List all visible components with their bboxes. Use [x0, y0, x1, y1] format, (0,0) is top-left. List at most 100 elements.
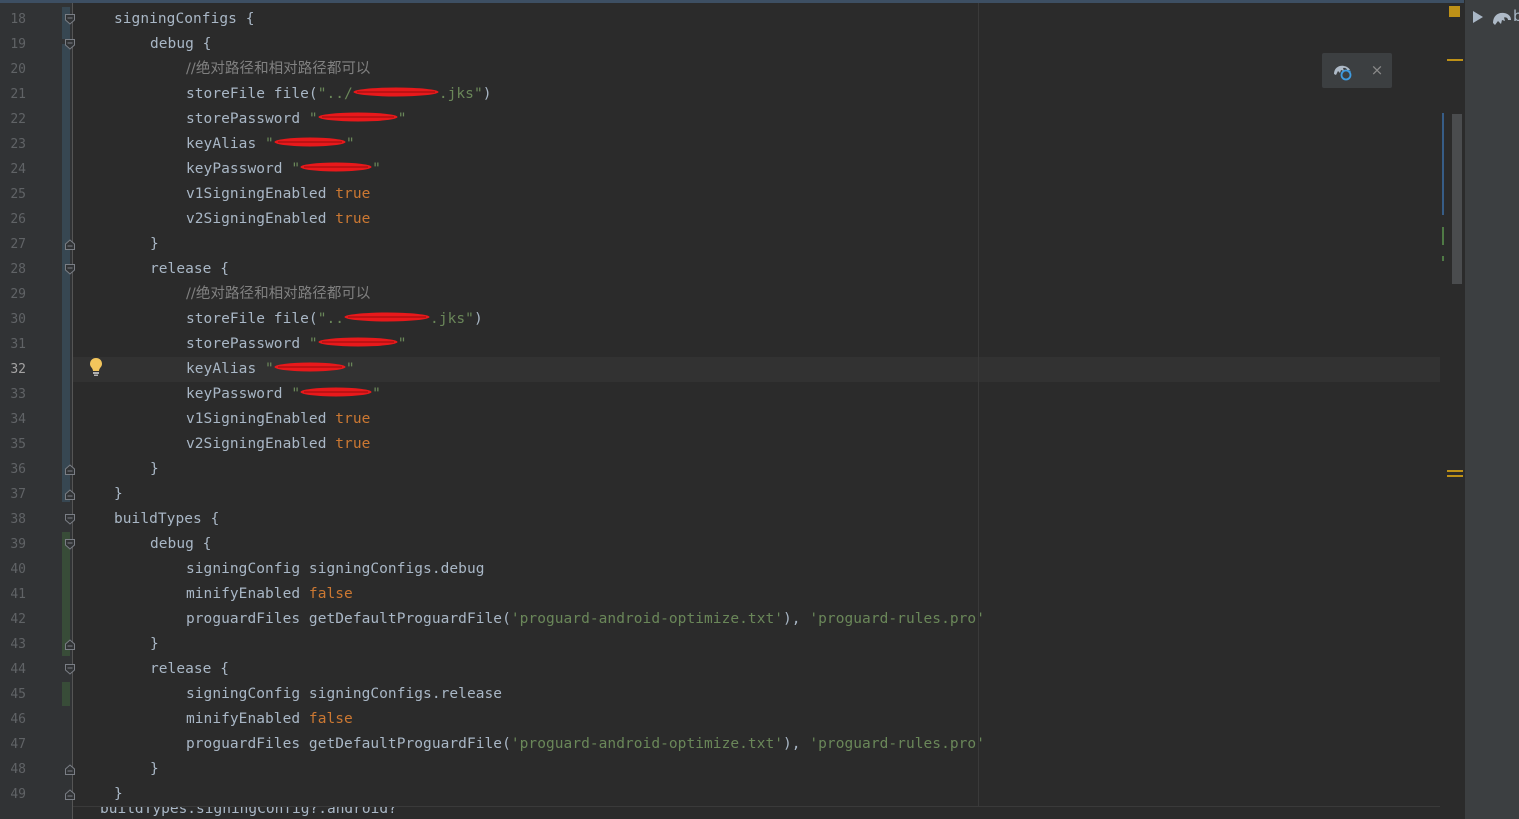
code-line[interactable]: 40 signingConfig signingConfigs.debug: [0, 557, 1464, 582]
code-text[interactable]: proguardFiles getDefaultProguardFile('pr…: [186, 607, 985, 632]
line-number[interactable]: 43: [0, 632, 26, 657]
line-number[interactable]: 48: [0, 757, 26, 782]
code-text[interactable]: minifyEnabled false: [186, 707, 353, 732]
code-line[interactable]: 27}: [0, 232, 1464, 257]
line-number[interactable]: 18: [0, 7, 26, 32]
warning-stripe-marker[interactable]: [1447, 475, 1463, 477]
code-line[interactable]: 30 storeFile file(".. .jks"): [0, 307, 1464, 332]
code-text[interactable]: debug {: [150, 532, 211, 557]
code-text[interactable]: storeFile file(".. .jks"): [186, 307, 483, 332]
warning-stripe-marker[interactable]: [1447, 470, 1463, 472]
code-text[interactable]: debug {: [150, 32, 211, 57]
fold-open-icon[interactable]: [65, 39, 75, 50]
line-number[interactable]: 26: [0, 207, 26, 232]
code-text[interactable]: //绝对路径和相对路径都可以: [186, 282, 370, 307]
line-number[interactable]: 27: [0, 232, 26, 257]
code-text[interactable]: }: [150, 757, 159, 782]
fold-open-icon[interactable]: [65, 664, 75, 675]
code-line[interactable]: 39 debug {: [0, 532, 1464, 557]
code-line[interactable]: 41 minifyEnabled false: [0, 582, 1464, 607]
line-number[interactable]: 47: [0, 732, 26, 757]
line-number[interactable]: 41: [0, 582, 26, 607]
vcs-stripe-marker[interactable]: [1442, 113, 1444, 215]
line-number[interactable]: 30: [0, 307, 26, 332]
line-number[interactable]: 23: [0, 132, 26, 157]
code-text[interactable]: keyPassword " ": [186, 382, 381, 407]
code-text[interactable]: v1SigningEnabled true: [186, 182, 370, 207]
code-text[interactable]: }: [114, 482, 123, 507]
line-number[interactable]: 19: [0, 32, 26, 57]
vertical-scrollbar-thumb[interactable]: [1452, 114, 1462, 284]
line-number[interactable]: 46: [0, 707, 26, 732]
code-text[interactable]: v2SigningEnabled true: [186, 207, 370, 232]
fold-open-icon[interactable]: [65, 14, 75, 25]
code-line[interactable]: 19 debug {: [0, 32, 1464, 57]
code-text[interactable]: }: [150, 632, 159, 657]
code-line[interactable]: 49}: [0, 782, 1464, 807]
code-text[interactable]: signingConfig signingConfigs.release: [186, 682, 502, 707]
code-line[interactable]: 25 v1SigningEnabled true: [0, 182, 1464, 207]
fold-open-icon[interactable]: [65, 539, 75, 550]
line-number[interactable]: 25: [0, 182, 26, 207]
code-line[interactable]: 22 storePassword " ": [0, 107, 1464, 132]
code-line[interactable]: 23 keyAlias " ": [0, 132, 1464, 157]
code-line[interactable]: 28 release {: [0, 257, 1464, 282]
line-number[interactable]: 49: [0, 782, 26, 807]
fold-end-icon[interactable]: [65, 789, 75, 800]
warning-stripe-marker[interactable]: [1447, 59, 1463, 61]
code-editor[interactable]: 18 signingConfigs {19 debug {20 //绝对路径和相对路径…: [0, 0, 1464, 819]
code-line[interactable]: 18 signingConfigs {: [0, 7, 1464, 32]
line-number[interactable]: 35: [0, 432, 26, 457]
code-text[interactable]: keyAlias " ": [186, 132, 355, 157]
right-tool-strip[interactable]: b: [1464, 0, 1519, 819]
line-number[interactable]: 31: [0, 332, 26, 357]
code-line[interactable]: 38 buildTypes {: [0, 507, 1464, 532]
line-number[interactable]: 20: [0, 57, 26, 82]
code-text[interactable]: signingConfigs {: [114, 7, 254, 32]
code-text[interactable]: v1SigningEnabled true: [186, 407, 370, 432]
code-line[interactable]: 24 keyPassword " ": [0, 157, 1464, 182]
run-triangle-icon[interactable]: [1473, 11, 1483, 23]
fold-open-icon[interactable]: [65, 264, 75, 275]
line-number[interactable]: 24: [0, 157, 26, 182]
code-text[interactable]: keyAlias " ": [186, 357, 355, 382]
line-number[interactable]: 22: [0, 107, 26, 132]
code-text[interactable]: buildTypes {: [114, 507, 219, 532]
code-text[interactable]: }: [150, 457, 159, 482]
line-number[interactable]: 38: [0, 507, 26, 532]
code-text[interactable]: release {: [150, 657, 229, 682]
code-line[interactable]: 35 v2SigningEnabled true: [0, 432, 1464, 457]
gradle-elephant-icon[interactable]: [1492, 9, 1512, 27]
code-text[interactable]: storePassword " ": [186, 332, 406, 357]
code-line[interactable]: 26 v2SigningEnabled true: [0, 207, 1464, 232]
fold-end-icon[interactable]: [65, 489, 75, 500]
fold-end-icon[interactable]: [65, 764, 75, 775]
code-text[interactable]: minifyEnabled false: [186, 582, 353, 607]
code-text[interactable]: signingConfig signingConfigs.debug: [186, 557, 485, 582]
line-number[interactable]: 44: [0, 657, 26, 682]
line-number[interactable]: 40: [0, 557, 26, 582]
code-line[interactable]: 36}: [0, 457, 1464, 482]
code-text[interactable]: }: [150, 232, 159, 257]
fold-end-icon[interactable]: [65, 464, 75, 475]
code-text[interactable]: release {: [150, 257, 229, 282]
code-line[interactable]: 48}: [0, 757, 1464, 782]
code-line[interactable]: 20 //绝对路径和相对路径都可以: [0, 57, 1464, 82]
line-number[interactable]: 45: [0, 682, 26, 707]
line-number[interactable]: 21: [0, 82, 26, 107]
code-line[interactable]: 47 proguardFiles getDefaultProguardFile('…: [0, 732, 1464, 757]
tool-window-label[interactable]: b: [1513, 7, 1519, 25]
code-line[interactable]: 44 release {: [0, 657, 1464, 682]
code-line[interactable]: 37}: [0, 482, 1464, 507]
fold-end-icon[interactable]: [65, 239, 75, 250]
code-text[interactable]: storeFile file("../ .jks"): [186, 82, 492, 107]
code-text[interactable]: proguardFiles getDefaultProguardFile('pr…: [186, 732, 985, 757]
code-line[interactable]: 42 proguardFiles getDefaultProguardFile('…: [0, 607, 1464, 632]
code-line[interactable]: 46 minifyEnabled false: [0, 707, 1464, 732]
code-line[interactable]: 33 keyPassword " ": [0, 382, 1464, 407]
code-line[interactable]: 43}: [0, 632, 1464, 657]
code-line[interactable]: 34 v1SigningEnabled true: [0, 407, 1464, 432]
line-number[interactable]: 39: [0, 532, 26, 557]
code-text[interactable]: }: [114, 782, 123, 807]
line-number[interactable]: 28: [0, 257, 26, 282]
